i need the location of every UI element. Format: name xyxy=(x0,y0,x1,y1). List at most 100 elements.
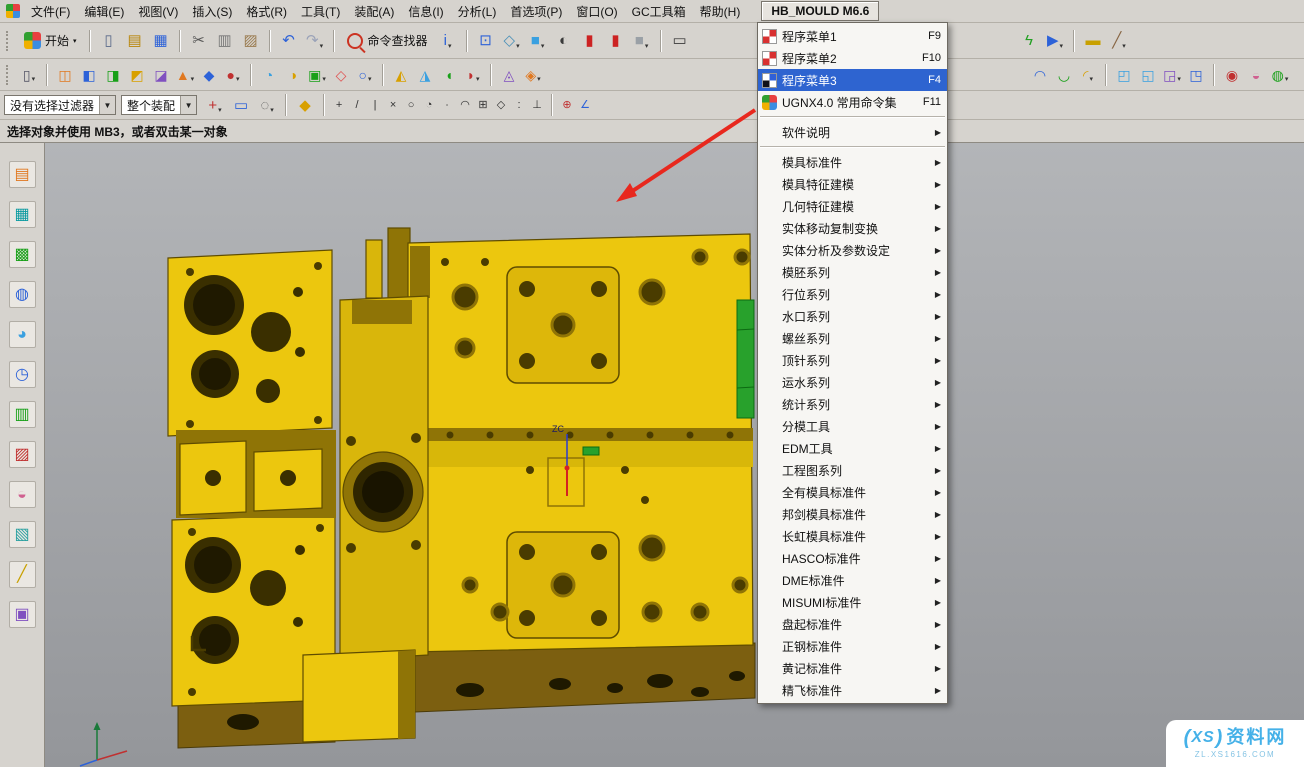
feature-icon-19[interactable]: ◈▾ xyxy=(522,64,544,86)
feature-icon-19-caret[interactable]: ▾ xyxy=(537,75,541,85)
menubar-item-help[interactable]: 帮助(H) xyxy=(693,0,748,23)
feature-icon-11-caret[interactable]: ▾ xyxy=(322,75,326,85)
feature-icon-4[interactable]: ◩ xyxy=(126,64,148,86)
context-menu-item-20[interactable]: 分模工具▶ xyxy=(758,415,947,437)
history-icon[interactable]: ◷ xyxy=(9,361,36,388)
gray-cube-icon[interactable]: ■▾ xyxy=(630,29,654,53)
feature-icon-6-caret[interactable]: ▾ xyxy=(191,75,195,85)
selection-scope-dropdown[interactable]: 整个装配 ▼ xyxy=(121,95,197,115)
reuse-library-icon[interactable]: ◍ xyxy=(9,281,36,308)
manufacturing-wizard-icon[interactable]: ▨ xyxy=(9,441,36,468)
context-menu-item-27[interactable]: DME标准件▶ xyxy=(758,569,947,591)
context-menu-item-12[interactable]: 实体分析及参数设定▶ xyxy=(758,239,947,261)
feature-icon-11[interactable]: ▣▾ xyxy=(306,64,328,86)
part-navigator-icon[interactable]: ▩ xyxy=(9,241,36,268)
select-highlight-icon-caret[interactable]: ▾ xyxy=(218,106,222,116)
surface-icon-1[interactable]: ◰ xyxy=(1113,64,1135,86)
context-menu-item-30[interactable]: 正钢标准件▶ xyxy=(758,635,947,657)
wcs-orient-icon[interactable]: ⊕ xyxy=(558,96,576,114)
pencil-icon-caret[interactable]: ▾ xyxy=(1122,42,1126,52)
feature-icon-15[interactable]: ◮ xyxy=(414,64,436,86)
info-icon-caret[interactable]: ▾ xyxy=(448,42,452,52)
snap-face-icon[interactable]: ◇ xyxy=(492,96,510,114)
selection-rect-icon[interactable]: ⊡ xyxy=(474,29,498,53)
datum-plane-icon-caret[interactable]: ▾ xyxy=(516,42,520,52)
analysis-icon[interactable]: ◉ xyxy=(1221,64,1243,86)
context-menu-item-2[interactable]: 程序菜单2F10 xyxy=(758,47,947,69)
context-menu-item-28[interactable]: MISUMI标准件▶ xyxy=(758,591,947,613)
snap-toggle-icon[interactable]: ◆ xyxy=(293,93,317,117)
feature-icon-17-caret[interactable]: ▾ xyxy=(476,75,480,85)
sheet-icon-caret[interactable]: ▾ xyxy=(32,75,36,85)
feature-icon-8-caret[interactable]: ▾ xyxy=(236,75,240,85)
measure-angle-icon[interactable]: ∠ xyxy=(576,96,594,114)
ruler-icon[interactable]: ▬ xyxy=(1081,29,1105,53)
toolbar-grip[interactable] xyxy=(6,65,12,85)
context-menu-item-32[interactable]: 精飞标准件▶ xyxy=(758,679,947,701)
shaded-view-icon[interactable]: ◐ xyxy=(552,29,576,53)
select-inside-icon[interactable]: ▭ xyxy=(229,93,253,117)
context-menu-item-6[interactable]: 软件说明▶ xyxy=(758,121,947,143)
menubar-item-view[interactable]: 视图(V) xyxy=(131,0,185,23)
palette-icon[interactable]: ▣ xyxy=(9,601,36,628)
cut-icon[interactable]: ✂ xyxy=(187,29,211,53)
dropdown-arrow-icon[interactable]: ▼ xyxy=(180,96,196,114)
snap-tangent-icon[interactable]: ◠ xyxy=(456,96,474,114)
datum-plane-icon[interactable]: ◇▾ xyxy=(500,29,524,53)
snap-constraint-icon[interactable]: ⊥ xyxy=(528,96,546,114)
context-menu-item-14[interactable]: 行位系列▶ xyxy=(758,283,947,305)
pen-icon[interactable]: ╱ xyxy=(9,561,36,588)
menubar-item-edit[interactable]: 编辑(E) xyxy=(77,0,131,23)
feature-icon-6[interactable]: ▲▾ xyxy=(174,64,196,86)
new-file-icon[interactable]: ▯ xyxy=(97,29,121,53)
snap-existing-point-icon[interactable]: ∙ xyxy=(438,96,456,114)
feature-icon-8[interactable]: ●▾ xyxy=(222,64,244,86)
dropdown-arrow-icon[interactable]: ▼ xyxy=(99,96,115,114)
feature-icon-13-caret[interactable]: ▾ xyxy=(368,75,372,85)
sheet-icon[interactable]: ▯▾ xyxy=(18,64,40,86)
menubar-item-window[interactable]: 窗口(O) xyxy=(569,0,624,23)
roles-icon[interactable]: ◒ xyxy=(9,481,36,508)
block-icon[interactable]: ■▾ xyxy=(526,29,550,53)
feature-icon-5[interactable]: ◪ xyxy=(150,64,172,86)
surface-icon-2[interactable]: ◱ xyxy=(1137,64,1159,86)
pencil-icon[interactable]: ╱▾ xyxy=(1107,29,1131,53)
context-menu-item-26[interactable]: HASCO标准件▶ xyxy=(758,547,947,569)
feature-icon-18[interactable]: ◬ xyxy=(498,64,520,86)
context-menu-item-15[interactable]: 水口系列▶ xyxy=(758,305,947,327)
context-menu-item-17[interactable]: 顶针系列▶ xyxy=(758,349,947,371)
redo-icon-caret[interactable]: ▾ xyxy=(320,42,324,52)
info-icon[interactable]: i▾ xyxy=(436,29,460,53)
snap-grid-icon[interactable]: ⊞ xyxy=(474,96,492,114)
feature-icon-3[interactable]: ◨ xyxy=(102,64,124,86)
context-menu-item-18[interactable]: 运水系列▶ xyxy=(758,371,947,393)
open-folder-icon[interactable]: ▤ xyxy=(123,29,147,53)
context-menu-item-1[interactable]: 程序菜单1F9 xyxy=(758,25,947,47)
menubar-item-analysis[interactable]: 分析(L) xyxy=(451,0,504,23)
start-menu-button[interactable]: 开始 ▾ xyxy=(17,29,84,52)
context-menu-item-11[interactable]: 实体移动复制变换▶ xyxy=(758,217,947,239)
menubar-item-preferences[interactable]: 首选项(P) xyxy=(503,0,569,23)
blue-arrow-icon-caret[interactable]: ▾ xyxy=(1060,42,1064,52)
selection-filter-dropdown[interactable]: 没有选择过滤器 ▼ xyxy=(4,95,116,115)
curve-icon-3[interactable]: ◜▾ xyxy=(1077,64,1099,86)
curve-icon-2[interactable]: ◡ xyxy=(1053,64,1075,86)
graphics-viewport[interactable]: ZC (XS) 资料网 ZL.XS1616.COM xyxy=(45,143,1304,767)
user-icon[interactable]: ◒ xyxy=(1245,64,1267,86)
scene-icon-caret[interactable]: ▾ xyxy=(1285,75,1289,85)
context-menu-item-13[interactable]: 模胚系列▶ xyxy=(758,261,947,283)
surface-icon-3-caret[interactable]: ▾ xyxy=(1177,75,1181,85)
bolt-icon[interactable]: ϟ xyxy=(1017,29,1041,53)
feature-icon-14[interactable]: ◭ xyxy=(390,64,412,86)
context-menu-item-16[interactable]: 螺丝系列▶ xyxy=(758,327,947,349)
blue-arrow-icon[interactable]: ▶▾ xyxy=(1043,29,1067,53)
feature-icon-17[interactable]: ◗▾ xyxy=(462,64,484,86)
constraint-navigator-icon[interactable]: ▦ xyxy=(9,201,36,228)
snap-point-icon[interactable]: + xyxy=(330,96,348,114)
feature-icon-1[interactable]: ◫ xyxy=(54,64,76,86)
surface-icon-4[interactable]: ◳ xyxy=(1185,64,1207,86)
feature-icon-2[interactable]: ◧ xyxy=(78,64,100,86)
menubar-item-assemblies[interactable]: 装配(A) xyxy=(347,0,401,23)
process-studio-icon[interactable]: ▥ xyxy=(9,401,36,428)
context-menu-item-23[interactable]: 全有模具标准件▶ xyxy=(758,481,947,503)
